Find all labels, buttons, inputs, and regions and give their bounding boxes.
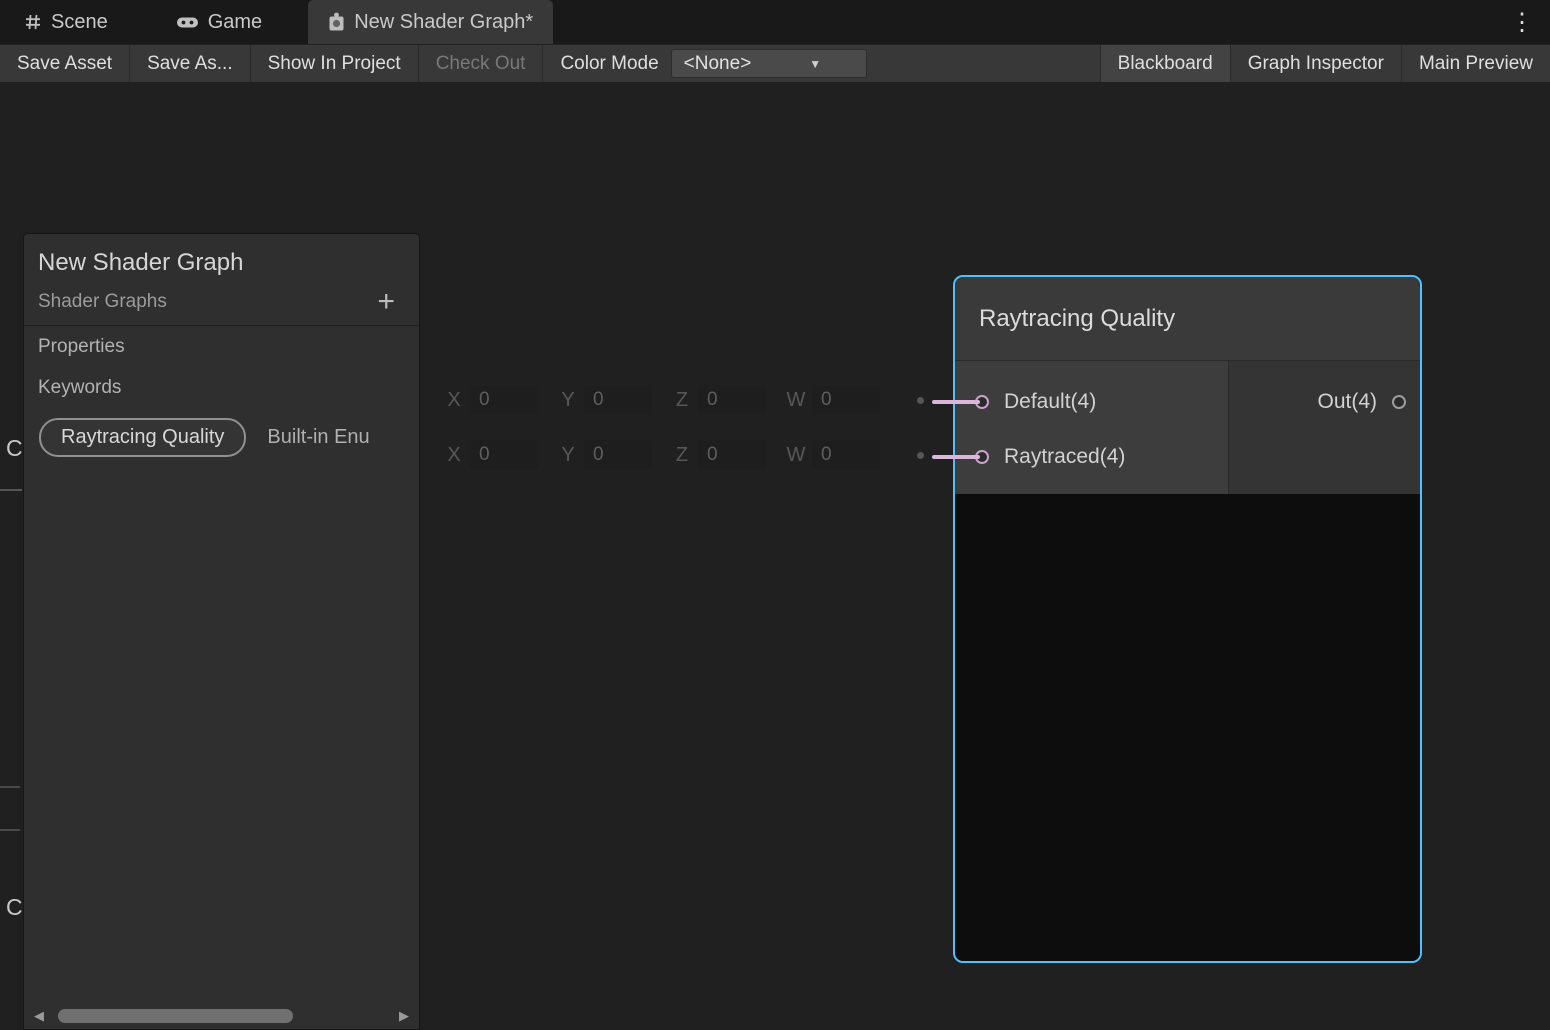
z-value-field[interactable]: 0 — [698, 385, 766, 415]
edge-to-raytraced-port[interactable] — [932, 455, 980, 459]
keyword-row: Raytracing Quality Built-in Enu — [24, 418, 419, 457]
tab-game-label: Game — [208, 11, 262, 34]
blackboard-subtitle: Shader Graphs — [38, 291, 167, 313]
tab-scene[interactable]: Scene — [4, 0, 128, 44]
scene-grid-icon — [24, 13, 42, 31]
w-label: W — [785, 444, 807, 467]
save-as-button[interactable]: Save As... — [130, 45, 251, 82]
scroll-left-icon[interactable]: ◀ — [28, 1008, 50, 1024]
output-port-row: Out(4) — [1229, 374, 1420, 429]
kebab-menu-icon[interactable]: ⋮ — [1494, 0, 1550, 44]
y-label: Y — [557, 389, 579, 412]
out-port[interactable] — [1392, 395, 1406, 409]
shader-graph-toolbar: Save Asset Save As... Show In Project Ch… — [0, 44, 1550, 82]
node-input-column: Default(4) Raytraced(4) — [955, 361, 1228, 494]
clipped-node-divider — [0, 489, 22, 491]
blackboard-title: New Shader Graph — [38, 249, 403, 277]
scrollbar-thumb[interactable] — [58, 1009, 293, 1023]
scroll-right-icon[interactable]: ▶ — [393, 1008, 415, 1024]
tab-shader-graph[interactable]: New Shader Graph* — [308, 0, 553, 44]
output-port-dot[interactable] — [917, 452, 924, 459]
scrollbar-track[interactable] — [50, 1008, 393, 1024]
input-port-row: Raytraced(4) — [955, 429, 1228, 484]
color-mode-dropdown[interactable]: <None> ▼ — [671, 49, 867, 78]
graph-canvas[interactable]: C C X 0 Y 0 Z 0 W 0 X 0 Y 0 Z 0 W 0 — [0, 82, 1550, 1030]
vector4-node[interactable]: X 0 Y 0 Z 0 W 0 X 0 Y 0 Z 0 W 0 — [443, 382, 924, 492]
out-label: Out(4) — [1317, 390, 1377, 414]
color-mode-label: Color Mode — [543, 45, 668, 82]
default-input-label: Default(4) — [1004, 390, 1096, 414]
w-value-field[interactable]: 0 — [812, 440, 880, 470]
raytracing-quality-keyword-pill[interactable]: Raytracing Quality — [39, 418, 246, 457]
check-out-button: Check Out — [419, 45, 544, 82]
vector4-row: X 0 Y 0 Z 0 W 0 — [443, 437, 924, 473]
node-title[interactable]: Raytracing Quality — [955, 277, 1420, 361]
keywords-section-header[interactable]: Keywords — [24, 367, 419, 408]
w-value-field[interactable]: 0 — [812, 385, 880, 415]
x-value-field[interactable]: 0 — [470, 385, 538, 415]
properties-section-header[interactable]: Properties — [24, 326, 419, 367]
output-port-dot[interactable] — [917, 397, 924, 404]
edge-to-default-port[interactable] — [932, 400, 980, 404]
z-value-field[interactable]: 0 — [698, 440, 766, 470]
z-label: Z — [671, 444, 693, 467]
y-value-field[interactable]: 0 — [584, 385, 652, 415]
shader-graph-asset-icon — [328, 12, 345, 32]
main-preview-toggle-button[interactable]: Main Preview — [1402, 45, 1550, 82]
raytracing-quality-node[interactable]: Raytracing Quality Default(4) Raytraced(… — [953, 275, 1422, 963]
raytraced-input-label: Raytraced(4) — [1004, 445, 1125, 469]
save-asset-button[interactable]: Save Asset — [0, 45, 130, 82]
blackboard-panel[interactable]: New Shader Graph Shader Graphs + Propert… — [23, 233, 420, 1030]
clipped-node-divider — [0, 786, 20, 788]
blackboard-horizontal-scrollbar[interactable]: ◀ ▶ — [28, 1005, 415, 1027]
vector4-row: X 0 Y 0 Z 0 W 0 — [443, 382, 924, 418]
node-preview-area — [955, 494, 1420, 961]
keyword-type-label: Built-in Enu — [267, 426, 369, 449]
graph-inspector-toggle-button[interactable]: Graph Inspector — [1231, 45, 1402, 82]
tab-shader-graph-label: New Shader Graph* — [354, 11, 533, 34]
z-label: Z — [671, 389, 693, 412]
x-label: X — [443, 444, 465, 467]
clipped-node-title-fragment: C — [6, 894, 23, 921]
show-in-project-button[interactable]: Show In Project — [251, 45, 419, 82]
clipped-node-title-fragment: C — [6, 435, 23, 462]
gamepad-icon — [176, 15, 199, 30]
node-port-section: Default(4) Raytraced(4) Out(4) — [955, 361, 1420, 494]
tab-scene-label: Scene — [51, 11, 108, 34]
tab-game[interactable]: Game — [156, 0, 282, 44]
node-output-column: Out(4) — [1228, 361, 1420, 494]
y-value-field[interactable]: 0 — [584, 440, 652, 470]
add-property-button[interactable]: + — [369, 291, 403, 313]
x-value-field[interactable]: 0 — [470, 440, 538, 470]
blackboard-header: New Shader Graph Shader Graphs + — [24, 234, 419, 326]
blackboard-toggle-button[interactable]: Blackboard — [1101, 45, 1231, 82]
input-port-row: Default(4) — [955, 374, 1228, 429]
x-label: X — [443, 389, 465, 412]
color-mode-value: <None> — [684, 53, 752, 75]
y-label: Y — [557, 444, 579, 467]
editor-tab-bar: Scene Game New Shader Graph* ⋮ — [0, 0, 1550, 44]
clipped-node-divider — [0, 829, 20, 831]
w-label: W — [785, 389, 807, 412]
chevron-down-icon: ▼ — [809, 57, 821, 71]
